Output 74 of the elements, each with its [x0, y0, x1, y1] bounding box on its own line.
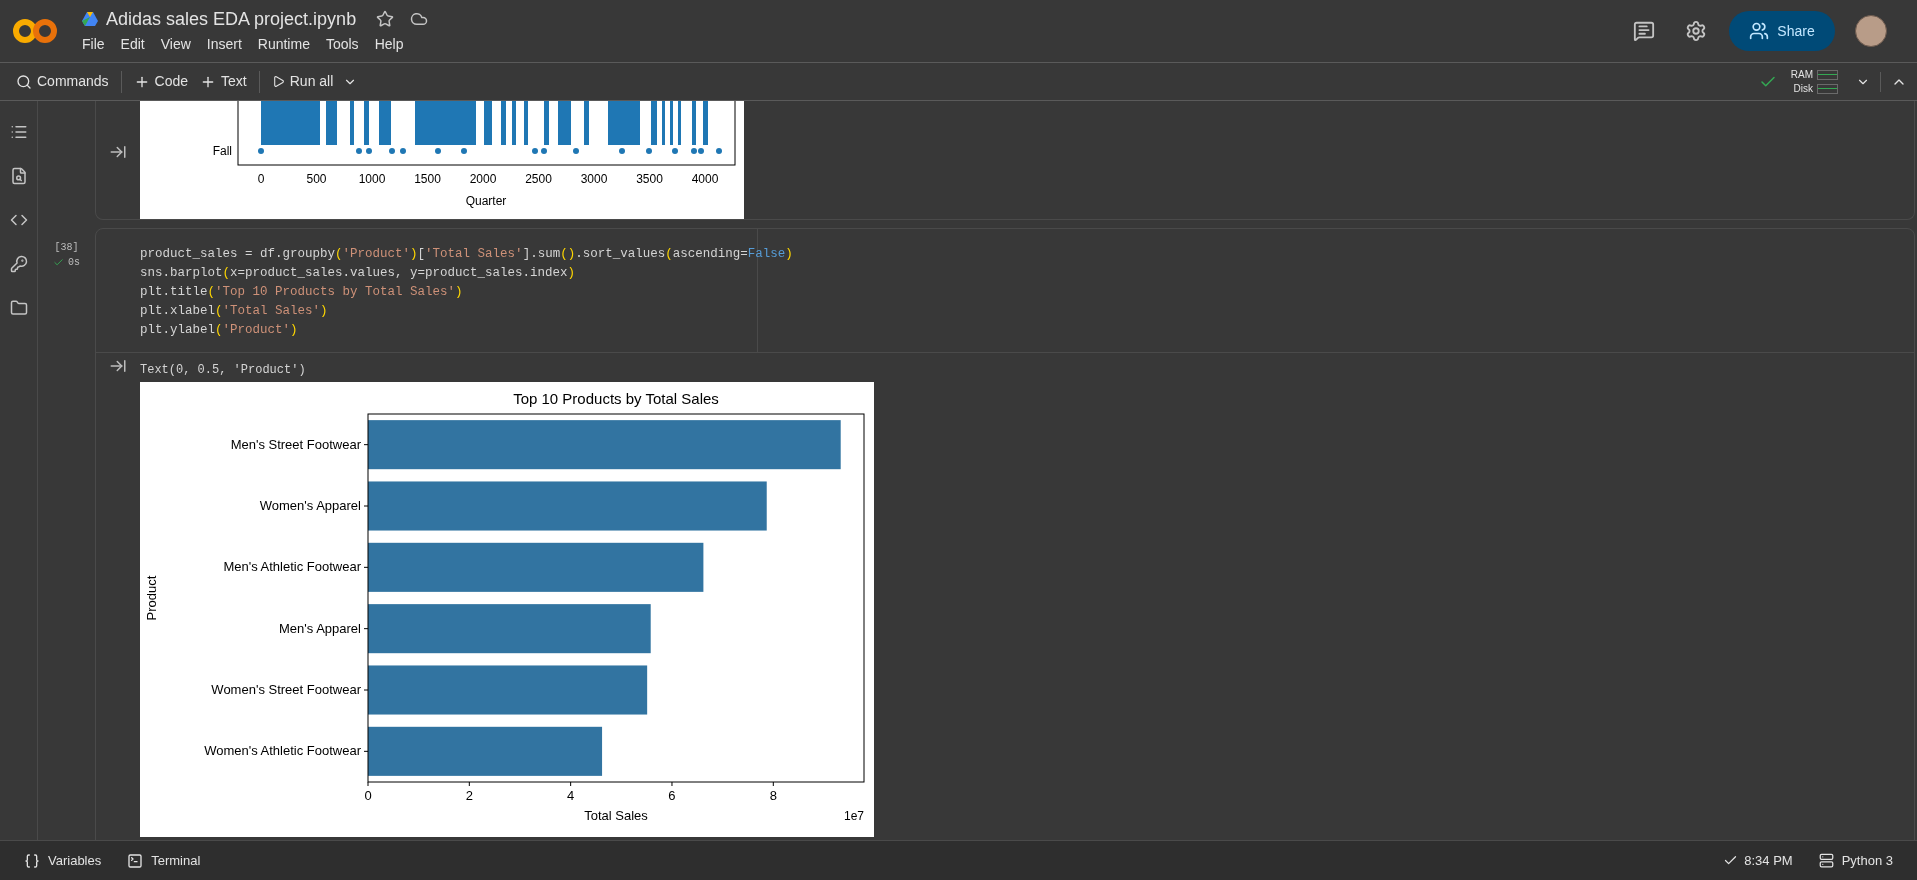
comment-icon[interactable] — [1633, 20, 1655, 42]
category-label: Women's Street Footwear — [211, 682, 361, 697]
status-bar-button[interactable]: Terminal — [127, 850, 201, 871]
toolbar-button[interactable]: Code — [127, 66, 195, 97]
output-toggle-icon[interactable] — [109, 143, 127, 161]
code-line: product_sales = df.groupby('Product')['Total Sales'].sum().sort_values(ascending=False) — [140, 246, 793, 263]
share-button[interactable]: Share — [1729, 11, 1835, 51]
menu-item[interactable]: Insert — [206, 34, 242, 55]
terminal-icon — [127, 852, 144, 869]
menu-item[interactable]: View — [160, 34, 191, 55]
play-icon — [271, 75, 285, 88]
tick-label: 500 — [306, 172, 327, 186]
tick-label: 3500 — [636, 172, 663, 186]
axis-label: Total Sales — [584, 808, 648, 823]
category-label: Fall — [212, 144, 232, 158]
axis-label: Product — [144, 575, 159, 621]
menu-item[interactable]: Help — [374, 34, 404, 55]
tick-label: 4 — [567, 788, 575, 803]
execution-count: [38] — [54, 241, 79, 255]
axis-offset-label: 1e7 — [843, 809, 864, 823]
tick-label: 8 — [769, 788, 777, 803]
table-of-contents-icon[interactable] — [9, 123, 28, 141]
tick-label: 6 — [668, 788, 676, 803]
output-toggle-icon[interactable] — [109, 357, 127, 375]
toolbar-button[interactable]: Run all — [265, 66, 340, 97]
tick-label: 4000 — [691, 172, 719, 186]
menu-item[interactable]: Runtime — [257, 34, 310, 55]
cloud-icon[interactable] — [410, 10, 429, 28]
category-label: Women's Apparel — [259, 498, 361, 513]
notebook-title[interactable]: Adidas sales EDA project.ipynb — [106, 5, 357, 33]
tick-label: 0 — [257, 172, 265, 186]
menu-item[interactable]: File — [82, 34, 105, 55]
category-label: Men's Apparel — [279, 620, 361, 636]
toolbar-button[interactable]: Commands — [10, 66, 115, 97]
avatar[interactable] — [1855, 15, 1887, 47]
category-label: Women's Athletic Footwear — [204, 743, 361, 759]
resource-meter — [1817, 83, 1838, 94]
tick-label: 3000 — [580, 172, 608, 186]
status-bar-button[interactable]: Variables — [24, 850, 102, 871]
drive-icon — [82, 12, 98, 26]
tick-label: 2500 — [525, 172, 552, 186]
toolbar-button[interactable]: Text — [194, 66, 253, 97]
find-icon[interactable] — [9, 167, 28, 185]
category-label: Men's Street Footwear — [230, 436, 361, 452]
braces-icon — [24, 852, 40, 869]
tick-label: 2 — [465, 788, 473, 803]
search-icon — [16, 73, 32, 90]
resource-label: RAM — [1790, 67, 1813, 82]
settings-icon[interactable] — [1685, 20, 1707, 42]
code-line: plt.ylabel('Product') — [140, 322, 298, 339]
axis-label: Quarter — [465, 194, 507, 208]
server-icon — [1818, 853, 1834, 868]
execution-time: 0s — [68, 256, 80, 270]
key-icon[interactable] — [9, 255, 28, 273]
folder-icon[interactable] — [9, 299, 28, 317]
output-text: Text(0, 0.5, 'Product') — [140, 363, 307, 377]
logo-icon — [12, 17, 58, 45]
code-line: plt.title('Top 10 Products by Total Sales') — [140, 284, 463, 301]
people-icon — [1749, 21, 1770, 41]
tick-label: 1500 — [414, 172, 441, 186]
tick-label: 2000 — [469, 172, 497, 186]
menu-item[interactable]: Tools — [325, 34, 359, 55]
chart-title: Top 10 Products by Total Sales — [513, 390, 719, 407]
resource-meter — [1817, 69, 1838, 80]
category-label: Men's Athletic Footwear — [223, 559, 361, 575]
resource-label: Disk — [1793, 81, 1813, 96]
tick-label: 1000 — [358, 172, 386, 186]
code-line: plt.xlabel('Total Sales') — [140, 303, 328, 320]
menu-item[interactable]: Edit — [120, 34, 145, 55]
status-time: 8:34 PM — [1744, 851, 1793, 870]
code-line: sns.barplot(x=product_sales.values, y=product_sales.index) — [140, 265, 576, 282]
runtime-button[interactable]: Python 3 — [1818, 850, 1893, 871]
tick-label: 0 — [364, 788, 372, 803]
star-icon[interactable] — [376, 10, 395, 28]
